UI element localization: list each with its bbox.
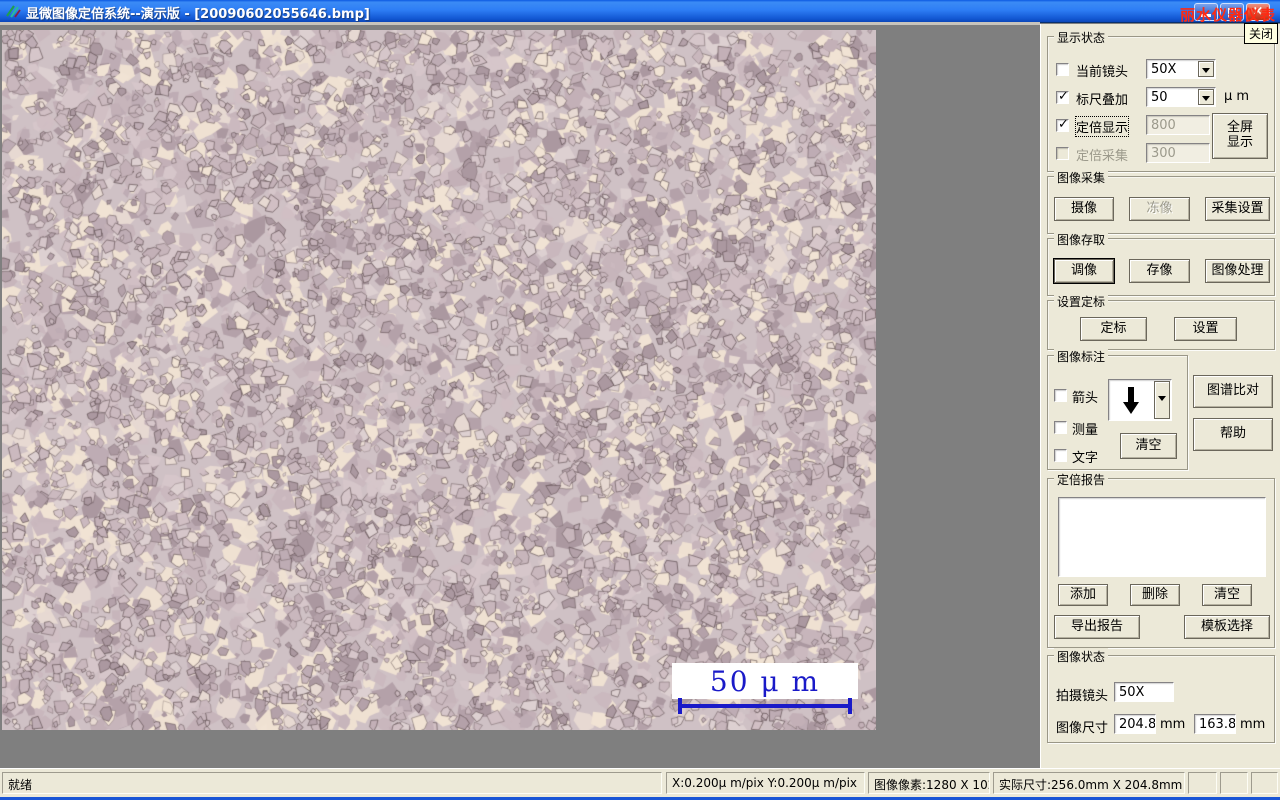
capture-settings-button[interactable]: 采集设置 [1205, 197, 1270, 221]
image-width-field: 204.8 [1114, 714, 1156, 734]
ruler-unit-label: μ m [1224, 89, 1249, 104]
scale-bar-label-box: 50 μ m [672, 663, 858, 699]
micrograph-viewer: 50 μ m [2, 30, 876, 730]
status-ready: 就绪 [2, 772, 662, 794]
current-lens-label: 当前镜头 [1076, 61, 1128, 80]
clear-annotation-button[interactable]: 清空 [1120, 433, 1177, 459]
arrow-annotation-checkbox[interactable] [1054, 389, 1067, 402]
report-add-button[interactable]: 添加 [1058, 584, 1108, 606]
current-lens-value: 50X [1151, 62, 1176, 77]
fixed-display-value-field: 800 [1146, 115, 1210, 135]
image-width-unit: mm [1160, 717, 1185, 732]
group-display-status: 显示状态 当前镜头 50X 标尺叠加 50 μ m 定倍显示 800 定倍采集 … [1047, 36, 1275, 172]
group-annotation-title: 图像标注 [1054, 348, 1108, 365]
current-lens-checkbox[interactable] [1056, 63, 1069, 76]
template-select-button[interactable]: 模板选择 [1184, 615, 1270, 639]
image-height-unit: mm [1240, 717, 1265, 732]
vendor-watermark: 丽水仪器仪表 [1180, 4, 1276, 25]
ruler-overlay-checkbox[interactable] [1056, 91, 1069, 104]
app-icon [5, 3, 21, 19]
group-image-storage: 图像存取 调像 存像 图像处理 [1047, 238, 1275, 296]
group-image-status-title: 图像状态 [1054, 648, 1108, 665]
shooting-lens-field: 50X [1114, 682, 1174, 702]
calibrate-button[interactable]: 定标 [1080, 317, 1147, 341]
ruler-value: 50 [1151, 90, 1168, 105]
fixed-display-label: 定倍显示 [1076, 117, 1128, 136]
fullscreen-button[interactable]: 全屏 显示 [1212, 113, 1268, 159]
control-panel: 显示状态 当前镜头 50X 标尺叠加 50 μ m 定倍显示 800 定倍采集 … [1040, 24, 1280, 768]
scale-bar-label: 50 μ m [710, 665, 820, 698]
group-image-status: 图像状态 拍摄镜头 50X 图像尺寸 204.8 mm 163.8 mm [1047, 655, 1275, 743]
report-delete-button[interactable]: 删除 [1130, 584, 1180, 606]
chevron-down-icon[interactable] [1198, 89, 1214, 105]
help-button[interactable]: 帮助 [1193, 418, 1273, 451]
group-image-storage-title: 图像存取 [1054, 231, 1108, 248]
text-annotation-label: 文字 [1072, 447, 1098, 466]
report-clear-button[interactable]: 清空 [1202, 584, 1252, 606]
scale-bar-line [678, 698, 852, 714]
group-annotation: 图像标注 箭头 测量 文字 清空 [1047, 355, 1188, 470]
ruler-value-select[interactable]: 50 [1146, 87, 1216, 107]
shooting-lens-label: 拍摄镜头 [1056, 685, 1108, 704]
current-lens-select[interactable]: 50X [1146, 59, 1216, 79]
status-empty-pane-1 [1188, 772, 1217, 794]
report-list[interactable] [1058, 497, 1266, 577]
text-annotation-checkbox[interactable] [1054, 449, 1067, 462]
down-arrow-icon [1121, 385, 1141, 419]
group-display-status-title: 显示状态 [1054, 29, 1108, 46]
micrograph-image [2, 30, 876, 730]
image-size-label: 图像尺寸 [1056, 717, 1108, 736]
chevron-down-icon[interactable] [1154, 381, 1170, 419]
capture-shoot-button[interactable]: 摄像 [1054, 197, 1114, 221]
load-image-button[interactable]: 调像 [1054, 259, 1114, 283]
application-window: 显微图像定倍系统--演示版 - [20090602055646.bmp] × 丽… [0, 0, 1280, 800]
arrow-style-select[interactable] [1108, 379, 1172, 421]
fixed-capture-value-field: 300 [1146, 143, 1210, 163]
group-report-title: 定倍报告 [1054, 471, 1108, 488]
measure-annotation-checkbox[interactable] [1054, 421, 1067, 434]
status-actual-size: 实际尺寸:256.0mm X 204.8mm [993, 772, 1185, 794]
image-process-button[interactable]: 图像处理 [1205, 259, 1270, 283]
image-height-field: 163.8 [1194, 714, 1236, 734]
fixed-display-checkbox[interactable] [1056, 119, 1069, 132]
group-image-capture: 图像采集 摄像 冻像 采集设置 [1047, 176, 1275, 234]
group-report: 定倍报告 添加 删除 清空 导出报告 模板选择 [1047, 478, 1275, 648]
group-calibration: 设置定标 定标 设置 [1047, 300, 1275, 350]
status-image-pixels: 图像像素:1280 X 1024 [868, 772, 990, 794]
window-title: 显微图像定倍系统--演示版 - [20090602055646.bmp] [26, 3, 370, 22]
measure-annotation-label: 测量 [1072, 419, 1098, 438]
close-tooltip: 关闭 [1244, 23, 1278, 44]
status-empty-pane-3 [1251, 772, 1278, 794]
atlas-compare-button[interactable]: 图谱比对 [1193, 375, 1273, 408]
ruler-overlay-label: 标尺叠加 [1076, 89, 1128, 108]
status-pixel-scale: X:0.200μ m/pix Y:0.200μ m/pix [666, 772, 865, 794]
save-image-button[interactable]: 存像 [1129, 259, 1190, 283]
status-empty-pane-2 [1220, 772, 1248, 794]
title-bar[interactable]: 显微图像定倍系统--演示版 - [20090602055646.bmp] × 丽… [0, 0, 1280, 23]
calibration-setup-button[interactable]: 设置 [1174, 317, 1237, 341]
capture-freeze-button: 冻像 [1129, 197, 1190, 221]
fixed-capture-checkbox [1056, 147, 1069, 160]
chevron-down-icon[interactable] [1198, 61, 1214, 77]
fixed-capture-label: 定倍采集 [1076, 145, 1128, 164]
group-calibration-title: 设置定标 [1054, 293, 1108, 310]
group-image-capture-title: 图像采集 [1054, 169, 1108, 186]
export-report-button[interactable]: 导出报告 [1054, 615, 1140, 639]
arrow-annotation-label: 箭头 [1072, 387, 1098, 406]
status-bar: 就绪 X:0.200μ m/pix Y:0.200μ m/pix 图像像素:12… [0, 768, 1280, 797]
